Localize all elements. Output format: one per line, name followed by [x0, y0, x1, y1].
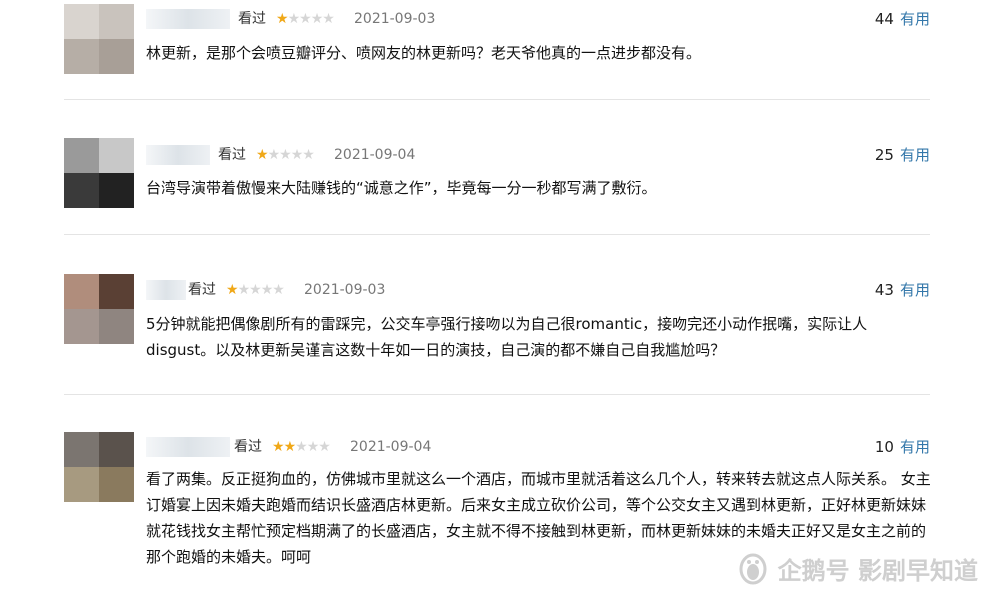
review-date: 2021-09-04	[334, 147, 416, 163]
star-empty-icon: ★	[272, 282, 285, 298]
star-empty-icon: ★	[295, 439, 308, 455]
star-empty-icon: ★	[322, 11, 335, 27]
review-date: 2021-09-03	[354, 11, 436, 27]
divider	[64, 394, 930, 395]
avatar-pixel	[64, 4, 99, 39]
useful-vote[interactable]: 10 有用	[875, 437, 930, 457]
rating-stars: ★★★★★	[256, 145, 315, 165]
avatar-pixel	[64, 138, 99, 173]
review-text: 台湾导演带着傲慢来大陆赚钱的“诚意之作”，毕竟每一分一秒都写满了敷衍。	[146, 179, 657, 197]
star-empty-icon: ★	[302, 147, 315, 163]
avatar-pixel	[64, 432, 99, 467]
watermark-text: 企鹅号 影剧早知道	[777, 556, 978, 585]
star-filled-icon: ★	[226, 282, 239, 298]
star-empty-icon: ★	[279, 147, 292, 163]
penguin-logo-icon	[739, 553, 767, 585]
useful-button[interactable]: 有用	[900, 281, 930, 299]
star-empty-icon: ★	[299, 11, 312, 27]
star-filled-icon: ★	[256, 147, 269, 163]
useful-button[interactable]: 有用	[900, 10, 930, 28]
avatar-pixel	[64, 173, 99, 208]
review-text: 林更新，是那个会喷豆瓣评分、喷网友的林更新吗？老天爷他真的一点进步都没有。	[146, 44, 702, 62]
star-empty-icon: ★	[249, 282, 262, 298]
rating-stars: ★★★★★	[276, 9, 335, 29]
star-empty-icon: ★	[306, 439, 320, 455]
avatar-pixel	[99, 39, 134, 74]
star-filled-icon: ★	[283, 439, 297, 455]
avatar[interactable]	[64, 4, 134, 74]
star-empty-icon: ★	[287, 11, 301, 27]
divider	[64, 99, 930, 100]
vote-count: 43	[874, 281, 894, 299]
username-blurred[interactable]	[146, 437, 230, 457]
avatar-pixel	[99, 309, 134, 344]
star-empty-icon: ★	[260, 282, 274, 298]
username-blurred[interactable]	[146, 280, 186, 300]
avatar[interactable]	[64, 138, 134, 208]
avatar[interactable]	[64, 274, 134, 344]
avatar-pixel	[99, 138, 134, 173]
avatar-pixel	[99, 274, 134, 309]
star-filled-icon: ★	[272, 439, 285, 455]
review-date: 2021-09-04	[350, 439, 432, 455]
star-filled-icon: ★	[276, 11, 289, 27]
vote-count: 10	[874, 438, 894, 456]
avatar-pixel	[99, 4, 134, 39]
avatar-pixel	[99, 432, 134, 467]
avatar-pixel	[64, 39, 99, 74]
watch-status: 看过	[234, 439, 262, 455]
avatar-pixel	[64, 309, 99, 344]
avatar-pixel	[99, 467, 134, 502]
useful-button[interactable]: 有用	[900, 146, 930, 164]
avatar-pixel	[64, 274, 99, 309]
review-text: 5分钟就能把偶像剧所有的雷踩完，公交车亭强行接吻以为自己很romantic，接吻…	[146, 315, 868, 359]
useful-vote[interactable]: 44 有用	[875, 9, 930, 29]
divider	[64, 234, 930, 235]
useful-vote[interactable]: 25 有用	[875, 145, 930, 165]
vote-count: 44	[874, 10, 894, 28]
star-empty-icon: ★	[310, 11, 324, 27]
star-empty-icon: ★	[237, 282, 251, 298]
vote-count: 25	[874, 146, 894, 164]
avatar-pixel	[64, 467, 99, 502]
star-empty-icon: ★	[318, 439, 331, 455]
avatar[interactable]	[64, 432, 134, 502]
rating-stars: ★★★★★	[226, 280, 285, 300]
watch-status: 看过	[218, 147, 246, 163]
star-empty-icon: ★	[267, 147, 281, 163]
username-blurred[interactable]	[146, 145, 210, 165]
rating-stars: ★★★★★	[272, 437, 331, 457]
avatar-pixel	[99, 173, 134, 208]
watch-status: 看过	[188, 282, 216, 298]
star-empty-icon: ★	[290, 147, 304, 163]
watermark: 企鹅号 影剧早知道	[736, 548, 978, 588]
watch-status: 看过	[238, 11, 266, 27]
useful-button[interactable]: 有用	[900, 438, 930, 456]
review-date: 2021-09-03	[304, 282, 386, 298]
username-blurred[interactable]	[146, 9, 230, 29]
useful-vote[interactable]: 43 有用	[875, 280, 930, 300]
